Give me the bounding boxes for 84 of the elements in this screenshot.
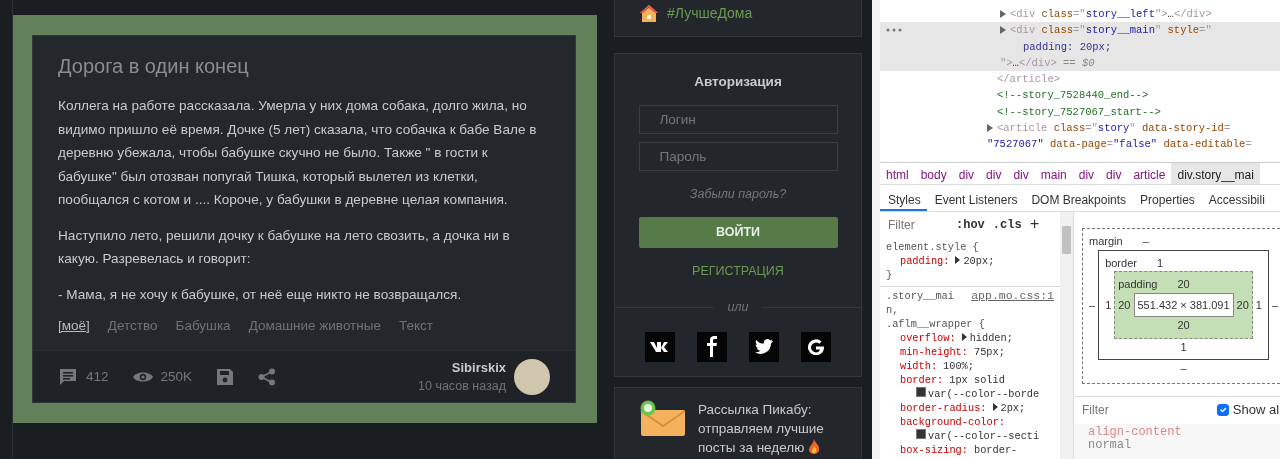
- box-model-value: 20: [1236, 297, 1249, 313]
- story-paragraph: - Мама, я не хочу к бабушке, от неё еще никто не возвращался.: [58, 285, 463, 304]
- css-brace: }: [886, 268, 894, 282]
- story-paragraph: Наступило лето, решили дочку к бабушке на лето свозить, а дочка ни в какую. Разревелась и говорит:: [58, 226, 511, 268]
- dom-line[interactable]: ">…</div> == $0: [1000, 54, 1095, 72]
- box-model-value: 1: [1156, 255, 1164, 271]
- css-value[interactable]: hidden;: [969, 332, 1013, 344]
- box-model-value: 20: [1176, 318, 1191, 333]
- css-selector: n,: [886, 303, 900, 317]
- box-model-value: 1: [1179, 339, 1188, 355]
- margin-label: margin: [1089, 234, 1123, 249]
- breadcrumb-item[interactable]: div.story__mai: [1171, 163, 1260, 184]
- dom-line[interactable]: padding: 20px;: [1023, 38, 1112, 55]
- box-model-value: 20: [1177, 277, 1190, 292]
- css-property[interactable]: padding:: [900, 255, 950, 267]
- box-model-value: –: [1179, 361, 1188, 376]
- css-value[interactable]: 2px;: [1000, 402, 1026, 414]
- breadcrumb-item[interactable]: html: [880, 163, 915, 184]
- css-property[interactable]: box-sizing:: [900, 444, 968, 456]
- story-paragraph: Коллега на работе рассказала. Умерла у них дома собака, долго жила, но видимо пришло её время. Дочке (5 лет) сказала, что собачка к бабе Вале в деревню убежала, чтобы бабушке скучно не было. Также " в гости к бабушке" был отозван попугай Тишка, который вылетел из клетки, пообщался с котом и .... Короче, у бабушки в деревне целая компания.: [58, 97, 538, 209]
- login-field[interactable]: Логин: [638, 105, 838, 135]
- css-property[interactable]: border-radius:: [900, 402, 987, 414]
- newsletter-text: Рассылка Пикабу: отправляем лучшие посты за неделю: [698, 400, 825, 457]
- css-value[interactable]: 1px solid: [949, 374, 1005, 386]
- breadcrumb-item[interactable]: main: [1034, 163, 1073, 184]
- border-label: border: [1105, 255, 1137, 271]
- css-value[interactable]: 100%;: [943, 360, 974, 372]
- dom-line[interactable]: <article class="story" data-story-id=: [997, 120, 1231, 137]
- css-property[interactable]: width:: [900, 360, 938, 372]
- login-button[interactable]: ВОЙТИ: [638, 217, 838, 248]
- css-selector: .story__mai: [886, 289, 954, 303]
- dom-line[interactable]: "7527067" data-page="false" data-editable=: [987, 136, 1252, 153]
- story-title[interactable]: Дорога в один конец: [58, 54, 550, 78]
- breadcrumb-item[interactable]: div: [980, 163, 1008, 184]
- css-value[interactable]: 20px;: [963, 255, 995, 267]
- dom-line[interactable]: <!--story_7528440_end-->: [997, 87, 1149, 104]
- show-all-label: Show al: [1232, 401, 1280, 420]
- box-model-value: –: [1089, 297, 1096, 313]
- panel-tab[interactable]: Event Listeners: [926, 185, 1024, 211]
- css-property[interactable]: background-color:: [900, 416, 1006, 428]
- panel-tab[interactable]: Styles: [880, 185, 927, 211]
- box-model-value: –: [1142, 234, 1149, 249]
- box-model-value: –: [1271, 297, 1279, 313]
- breadcrumb-item[interactable]: div: [1072, 163, 1101, 184]
- css-property[interactable]: border:: [900, 374, 944, 386]
- breadcrumb-item[interactable]: div: [1007, 163, 1035, 184]
- tag-link[interactable]: [моё]: [58, 316, 90, 337]
- breadcrumb-item[interactable]: body: [914, 163, 953, 184]
- or-label: или: [726, 298, 750, 316]
- dom-line[interactable]: <!--story_7527067_start-->: [997, 103, 1161, 121]
- css-value[interactable]: var(--color--borde: [928, 388, 1040, 400]
- padding-label: padding: [1118, 277, 1158, 292]
- dom-line[interactable]: <div class="story__main" style=": [1010, 22, 1212, 39]
- source-link[interactable]: app.mo.css:1: [971, 289, 1054, 303]
- register-link[interactable]: РЕГИСТРАЦИЯ: [692, 262, 784, 281]
- css-selector: element.style {: [886, 240, 979, 254]
- password-field[interactable]: Пароль: [638, 142, 838, 172]
- author-name[interactable]: Sibirskix: [418, 357, 506, 378]
- breadcrumb-item[interactable]: div: [952, 163, 981, 184]
- css-selector: .aflm__wrapper {: [886, 317, 986, 331]
- hover-state-toggle[interactable]: :hov: [956, 218, 985, 232]
- box-model-value: 1: [1255, 297, 1262, 313]
- computed-value: normal: [1088, 438, 1132, 452]
- panel-tab[interactable]: DOM Breakpoints: [1023, 185, 1133, 211]
- add-rule-button[interactable]: +: [1029, 216, 1040, 234]
- auth-title: Авторизация: [694, 73, 782, 91]
- post-time: 10 часов назад: [418, 378, 506, 396]
- css-property[interactable]: min-height:: [900, 346, 968, 358]
- css-value[interactable]: var(--color--secti: [928, 430, 1040, 442]
- dom-line[interactable]: <div class="story__left">…</div>: [1010, 6, 1212, 23]
- class-toggle[interactable]: .cls: [992, 218, 1022, 232]
- view-count: 250K: [160, 367, 193, 386]
- breadcrumb-item[interactable]: article: [1127, 163, 1172, 184]
- css-property[interactable]: overflow:: [900, 332, 956, 344]
- forgot-password-link[interactable]: Забыли пароль?: [689, 185, 787, 204]
- box-model-value: 1: [1105, 297, 1112, 313]
- content-size: 551.432 × 381.091: [1133, 292, 1234, 317]
- css-value[interactable]: 75px;: [974, 346, 1005, 358]
- box-model-value: 20: [1118, 297, 1131, 313]
- comment-count: 412: [86, 367, 109, 386]
- panel-tab[interactable]: Properties: [1132, 185, 1201, 211]
- breadcrumb-item[interactable]: div: [1100, 163, 1128, 184]
- panel-tab[interactable]: Accessibili: [1200, 185, 1271, 211]
- css-value[interactable]: border-: [974, 444, 1018, 456]
